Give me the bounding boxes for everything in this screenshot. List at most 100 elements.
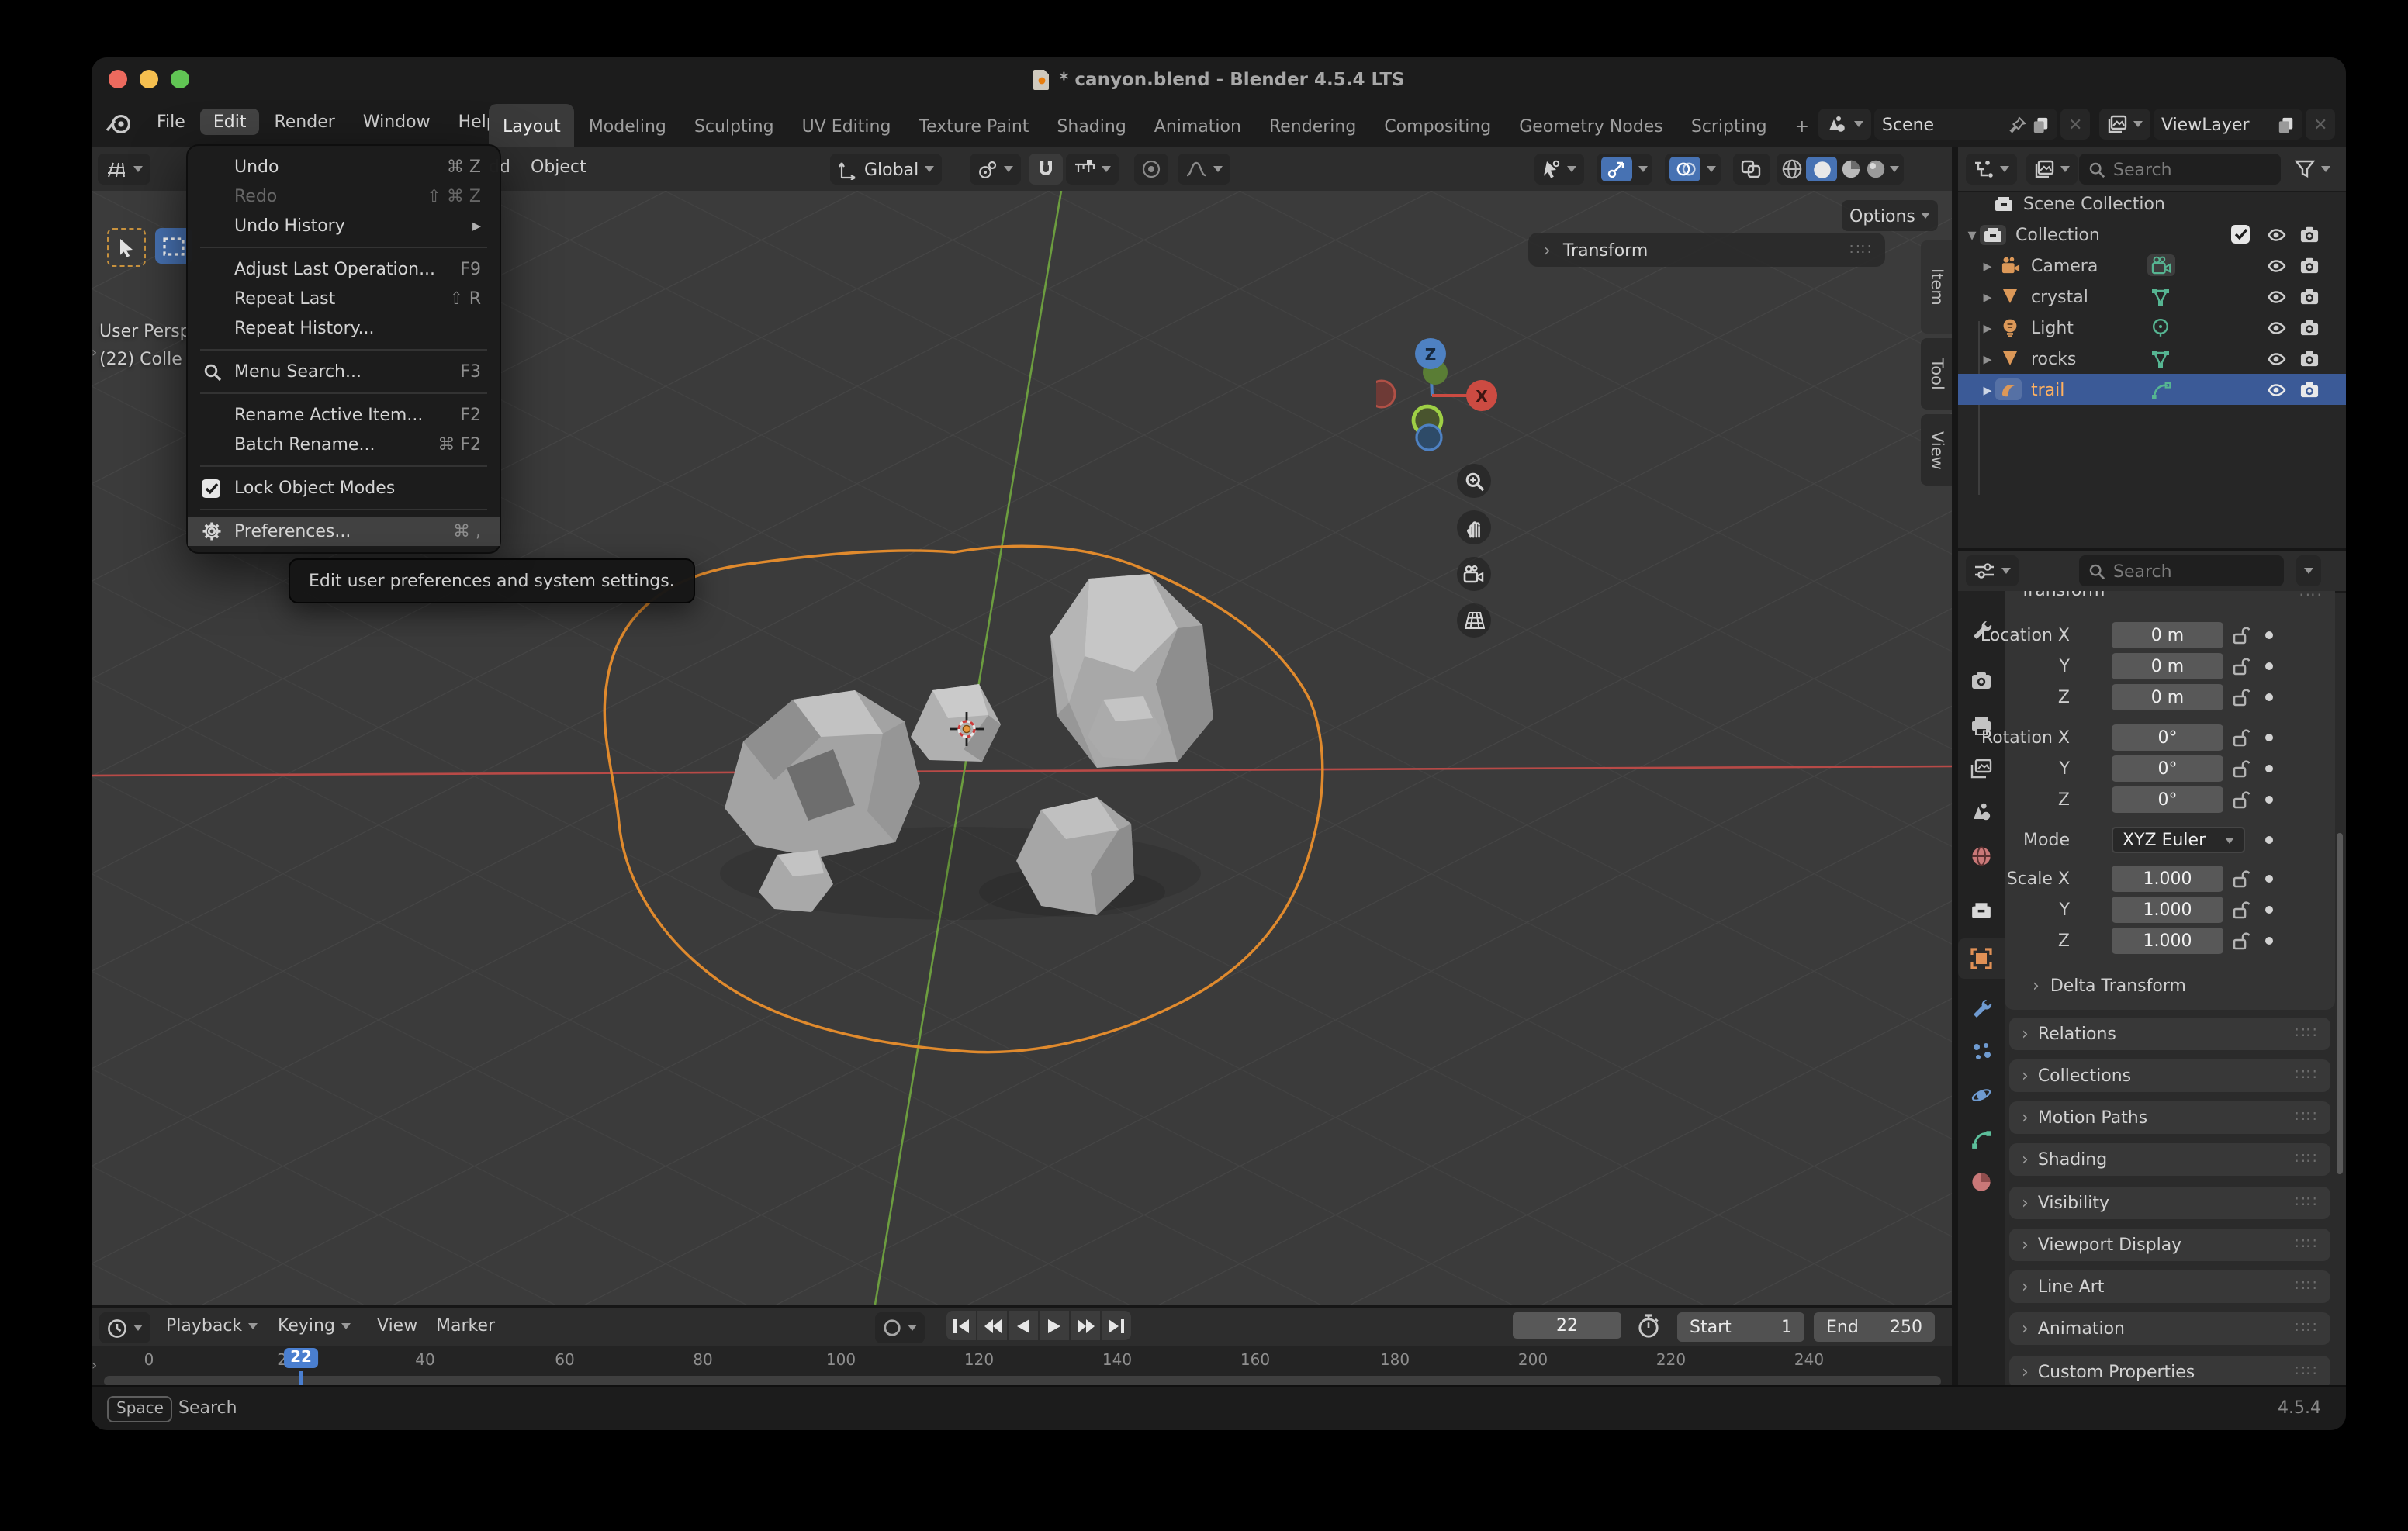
region-expand-arrow[interactable]: › (92, 1359, 97, 1374)
animate-dot[interactable] (2265, 693, 2273, 701)
view-layer-name-field[interactable]: ViewLayer (2154, 109, 2302, 140)
sidebar-tab-view[interactable]: View (1921, 414, 1952, 486)
properties-editor-type-button[interactable] (1966, 555, 2019, 586)
tab-uv-editing[interactable]: UV Editing (788, 104, 905, 147)
animate-dot[interactable] (2265, 765, 2273, 772)
menu-item-undo[interactable]: Undo⌘ Z (188, 152, 500, 181)
lock-icon[interactable] (2233, 656, 2250, 676)
jump-to-start-button[interactable] (946, 1311, 976, 1340)
tab-modeling[interactable]: Modeling (575, 104, 680, 147)
region-divider[interactable] (1952, 147, 1958, 1385)
outliner-row-light[interactable]: ▸ Light (1958, 312, 2346, 343)
toggle-orthographic-button[interactable] (1457, 603, 1491, 638)
start-frame-field[interactable]: Start1 (1677, 1312, 1804, 1342)
panel-visibility[interactable]: ›Visibility∷∷ (2009, 1187, 2330, 1219)
menu-render[interactable]: Render (261, 109, 347, 135)
hide-eye-icon[interactable] (2265, 379, 2287, 399)
add-workspace-button[interactable]: + (1781, 104, 1823, 147)
outliner-row-scene-collection[interactable]: Scene Collection (1958, 188, 2346, 219)
show-overlays-toggle[interactable] (1669, 157, 1700, 181)
rendered-shading-icon[interactable] (1865, 158, 1887, 180)
panel-motion-paths[interactable]: ›Motion Paths∷∷ (2009, 1101, 2330, 1134)
timeline-menu-keying[interactable]: Keying (278, 1315, 351, 1336)
npanel-transform-header[interactable]: › Transform ∷∷ (1528, 233, 1885, 267)
tab-rendering[interactable]: Rendering (1255, 104, 1370, 147)
tab-shading[interactable]: Shading (1043, 104, 1140, 147)
render-camera-icon[interactable] (2299, 287, 2320, 306)
outliner-filter-button[interactable] (2287, 154, 2338, 185)
unlink-scene-button[interactable]: ✕ (2060, 109, 2090, 140)
chevron-collapsed-icon[interactable]: ▸ (1980, 317, 1995, 337)
show-gizmo-toggle[interactable] (1601, 157, 1632, 181)
outliner-row-camera[interactable]: ▸ Camera (1958, 250, 2346, 281)
zoom-button[interactable] (1457, 464, 1491, 498)
animate-dot[interactable] (2265, 937, 2273, 945)
panel-shading[interactable]: ›Shading∷∷ (2009, 1143, 2330, 1176)
hide-eye-icon[interactable] (2265, 317, 2287, 337)
proportional-editing-toggle[interactable] (1134, 154, 1168, 185)
menu-item-undo-history[interactable]: Undo History▸ (188, 211, 500, 240)
material-shading-icon[interactable] (1840, 158, 1862, 180)
properties-scrollbar[interactable] (2337, 833, 2343, 1174)
hide-eye-icon[interactable] (2265, 348, 2287, 368)
chevron-collapsed-icon[interactable]: ▸ (1980, 286, 1995, 306)
timeline-editor-type-button[interactable] (99, 1312, 150, 1343)
tab-particles-icon[interactable] (1970, 1041, 1992, 1063)
hide-eye-icon[interactable] (2265, 255, 2287, 275)
location-y-field[interactable]: 0 m (2112, 653, 2223, 679)
scene-name-field[interactable]: Scene (1874, 109, 2057, 140)
lock-icon[interactable] (2233, 727, 2250, 748)
chevron-expanded-icon[interactable]: ▾ (1964, 224, 1980, 244)
tab-layout[interactable]: Layout (489, 104, 575, 147)
rotation-y-field[interactable]: 0° (2112, 755, 2223, 782)
render-camera-icon[interactable] (2299, 225, 2320, 244)
delta-transform-panel-header[interactable]: ›Delta Transform (2033, 976, 2186, 996)
tab-object-data-icon[interactable] (1970, 1128, 1992, 1149)
current-frame-field[interactable]: 22 (1513, 1312, 1621, 1339)
tab-compositing[interactable]: Compositing (1370, 104, 1505, 147)
chevron-collapsed-icon[interactable]: ▸ (1980, 348, 1995, 368)
snap-settings-dropdown[interactable] (1066, 154, 1119, 185)
lock-icon[interactable] (2233, 900, 2250, 920)
solid-shading-toggle[interactable] (1806, 157, 1837, 181)
hide-eye-icon[interactable] (2265, 286, 2287, 306)
collection-checkbox[interactable] (2231, 225, 2250, 244)
menu-file[interactable]: File (144, 109, 198, 135)
pin-icon[interactable] (2009, 116, 2026, 133)
panel-relations[interactable]: ›Relations∷∷ (2009, 1018, 2330, 1050)
outliner-editor-type-button[interactable] (1966, 154, 2017, 185)
unlink-view-layer-button[interactable]: ✕ (2306, 109, 2335, 140)
play-reverse-button[interactable] (1009, 1311, 1038, 1340)
outliner-display-mode-button[interactable] (2026, 154, 2078, 185)
animate-dot[interactable] (2265, 796, 2273, 804)
overlays-dropdown[interactable] (1665, 154, 1721, 185)
new-copy-icon[interactable] (2278, 116, 2295, 133)
navigation-gizmo[interactable]: Z X (1376, 315, 1516, 464)
panel-custom-properties[interactable]: ›Custom Properties∷∷ (2009, 1356, 2330, 1388)
location-z-field[interactable]: 0 m (2112, 684, 2223, 710)
pivot-point-dropdown[interactable] (970, 154, 1021, 185)
scale-x-field[interactable]: 1.000 (2112, 866, 2223, 892)
menu-edit[interactable]: Edit (201, 109, 259, 135)
menu-item-rename-active-item[interactable]: Rename Active Item...F2 (188, 400, 500, 430)
tab-modifiers-icon[interactable] (1970, 997, 1992, 1019)
options-button[interactable]: Options (1842, 200, 1939, 231)
timeline-menu-marker[interactable]: Marker (436, 1315, 495, 1336)
play-button[interactable] (1040, 1311, 1069, 1340)
menu-item-batch-rename[interactable]: Batch Rename...⌘ F2 (188, 430, 500, 459)
tab-sculpting[interactable]: Sculpting (680, 104, 788, 147)
tab-scripting[interactable]: Scripting (1677, 104, 1781, 147)
tab-geometry-nodes[interactable]: Geometry Nodes (1505, 104, 1677, 147)
tool-tweak-select[interactable] (107, 228, 146, 267)
auto-keying-toggle[interactable] (875, 1312, 925, 1343)
animate-dot[interactable] (2265, 906, 2273, 914)
xray-toggle[interactable] (1733, 154, 1770, 185)
transform-panel-header-clipped[interactable]: Transform ∷∷ (2005, 591, 2335, 608)
scene-browse-button[interactable] (1818, 109, 1871, 140)
previous-keyframe-button[interactable] (977, 1311, 1007, 1340)
panel-viewport-display[interactable]: ›Viewport Display∷∷ (2009, 1229, 2330, 1261)
tab-animation[interactable]: Animation (1140, 104, 1255, 147)
lock-icon[interactable] (2233, 869, 2250, 889)
properties-filter-dropdown[interactable] (2296, 555, 2321, 586)
panel-grip-icon[interactable]: ∷∷ (1850, 241, 1873, 258)
